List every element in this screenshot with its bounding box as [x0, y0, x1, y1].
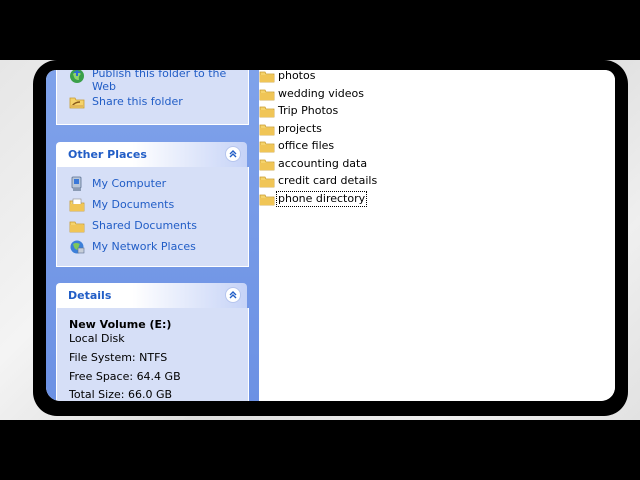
- publish-folder-label-line2: Web: [92, 80, 116, 93]
- other-places-panel: My Computer My Documents Shared Document…: [56, 167, 249, 267]
- network-places-icon: [70, 240, 85, 254]
- explorer-window: Publish this folder to the Web Share thi…: [46, 70, 615, 401]
- folder-icon: [259, 159, 275, 171]
- folder-name: wedding videos: [278, 87, 365, 100]
- folder-name: accounting data: [278, 157, 368, 170]
- details-header[interactable]: Details: [56, 283, 247, 308]
- collapse-other-places-button[interactable]: [225, 146, 241, 162]
- details-panel: New Volume (E:) Local Disk File System: …: [56, 308, 249, 401]
- file-list: photos wedding videos Trip Photos projec…: [259, 70, 615, 401]
- my-computer-label: My Computer: [92, 177, 167, 190]
- folder-name: phone directory: [275, 191, 368, 207]
- folder-icon: [259, 89, 275, 101]
- folder-name: projects: [278, 122, 322, 135]
- publish-folder-label-line1: Publish this folder to the: [92, 70, 227, 80]
- share-folder-icon: [69, 97, 85, 109]
- folder-name: photos: [278, 70, 316, 82]
- details-title: Details: [68, 289, 112, 302]
- volume-type: Local Disk: [69, 332, 125, 345]
- task-pane: Publish this folder to the Web Share thi…: [46, 70, 259, 401]
- my-documents-label: My Documents: [92, 198, 175, 211]
- share-folder-label: Share this folder: [92, 95, 183, 108]
- shared-documents-label: Shared Documents: [92, 219, 197, 232]
- folder-name: credit card details: [278, 174, 378, 187]
- folder-icon: [259, 194, 275, 206]
- publish-globe-icon: [70, 70, 84, 83]
- chevron-up-icon: [229, 150, 237, 158]
- folder-icon: [259, 176, 275, 188]
- free-space: Free Space: 64.4 GB: [69, 370, 181, 383]
- folder-icon: [259, 106, 275, 118]
- collapse-details-button[interactable]: [225, 287, 241, 303]
- other-places-header[interactable]: Other Places: [56, 142, 247, 167]
- volume-name: New Volume (E:): [69, 318, 172, 331]
- chevron-up-icon: [229, 291, 237, 299]
- file-tasks-panel: Publish this folder to the Web Share thi…: [56, 70, 249, 125]
- other-places-title: Other Places: [68, 148, 147, 161]
- folder-icon: [259, 124, 275, 136]
- folder-name: office files: [278, 139, 335, 152]
- folder-icon: [259, 141, 275, 153]
- total-size: Total Size: 66.0 GB: [69, 388, 173, 401]
- my-computer-icon: [71, 176, 82, 191]
- network-places-label: My Network Places: [92, 240, 196, 253]
- folder-icon: [259, 71, 275, 83]
- shared-documents-icon: [69, 221, 85, 233]
- folder-name: Trip Photos: [278, 104, 339, 117]
- my-documents-icon: [69, 198, 85, 212]
- file-system: File System: NTFS: [69, 351, 168, 364]
